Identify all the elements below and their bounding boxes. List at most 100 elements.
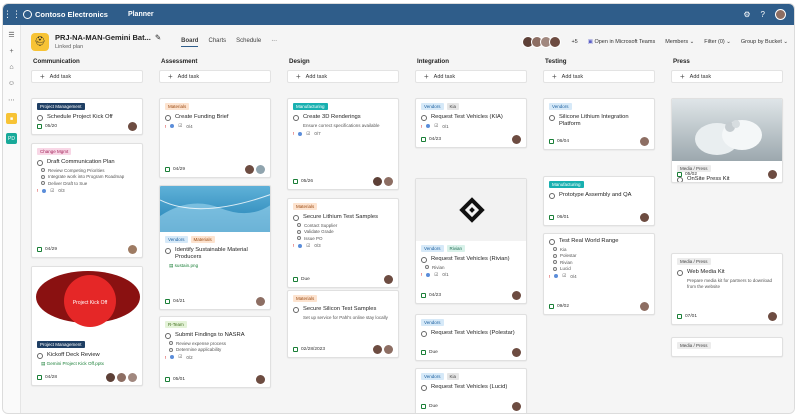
new-plan-icon[interactable]: + [9, 48, 13, 55]
task-card[interactable]: Project Kick Off Project Management Kickof… [31, 266, 143, 386]
assignees[interactable] [128, 122, 137, 131]
add-task-button[interactable]: + Add task [543, 70, 655, 83]
assignees[interactable] [384, 275, 393, 284]
avatar[interactable] [640, 302, 649, 311]
task-card[interactable]: Vendors Kia Request Test Vehicles (Lucid) D… [415, 368, 527, 413]
avatar[interactable] [256, 297, 265, 306]
avatar[interactable] [384, 345, 393, 354]
task-title[interactable]: Kickoff Deck Review [47, 352, 100, 359]
avatar[interactable] [128, 373, 137, 382]
checklist-circle-icon[interactable] [41, 168, 45, 172]
task-title[interactable]: Request Test Vehicles (KIA) [431, 114, 503, 121]
complete-checkbox[interactable] [421, 256, 427, 263]
pin-icon[interactable]: ✎ [155, 33, 161, 42]
task-card[interactable]: R-Team Submit Findings to NASRA Review exp… [159, 316, 271, 388]
avatar[interactable] [256, 375, 265, 384]
avatar[interactable] [512, 402, 521, 411]
avatar[interactable] [245, 165, 254, 174]
avatar[interactable] [384, 177, 393, 186]
task-card[interactable]: Change Mgmt Draft Communication Plan Revie… [31, 143, 143, 258]
pinned-plan-icon[interactable]: PD [6, 133, 17, 144]
checklist-circle-icon[interactable] [297, 223, 301, 227]
assignees[interactable] [640, 213, 649, 222]
task-card[interactable]: Materials Secure Silicon Test Samples Set … [287, 290, 399, 358]
complete-checkbox[interactable] [677, 269, 683, 276]
task-title[interactable]: Draft Communication Plan [47, 159, 115, 166]
group-by-button[interactable]: Group by Bucket ⌄ [741, 39, 788, 45]
checklist-circle-icon[interactable] [169, 347, 173, 352]
app-launcher-icon[interactable]: ⋮⋮ [3, 9, 21, 20]
assignees[interactable] [373, 345, 393, 354]
task-card[interactable]: Vendors Silicone Lithium Integration Plat… [543, 98, 655, 150]
complete-checkbox[interactable] [37, 159, 43, 166]
task-title[interactable]: Secure Silicon Test Samples [303, 306, 376, 313]
task-title[interactable]: Secure Lithium Test Samples [303, 214, 378, 221]
avatar[interactable] [128, 122, 137, 131]
task-card[interactable]: Manufacturing Create 3D Renderings Ensure … [287, 98, 399, 190]
task-title[interactable]: Create 3D Renderings [303, 114, 361, 121]
complete-checkbox[interactable] [37, 114, 43, 121]
task-title[interactable]: Identify Sustainable Material Producers [175, 247, 265, 261]
settings-icon[interactable]: ⚙ [743, 10, 750, 19]
tab-schedule[interactable]: Schedule [236, 36, 261, 47]
home-icon[interactable]: ⌂ [9, 64, 13, 71]
avatar[interactable] [768, 170, 777, 179]
complete-checkbox[interactable] [549, 238, 555, 245]
members-button[interactable]: Members ⌄ [665, 39, 694, 45]
filter-button[interactable]: Filter (0) ⌄ [704, 39, 731, 45]
task-card[interactable]: Media / PressOnSite Press Kit▤ pexels-th… [671, 98, 783, 183]
task-title[interactable]: Submit Findings to NASRA [175, 332, 245, 339]
assignees[interactable] [256, 297, 265, 306]
user-avatar[interactable] [775, 9, 786, 20]
add-task-button[interactable]: + Add task [671, 70, 783, 83]
complete-checkbox[interactable] [293, 306, 299, 313]
open-in-teams-button[interactable]: ▣ Open in Microsoft Teams [588, 39, 655, 45]
task-card[interactable]: Materials Secure Lithium Test Samples Cont… [287, 198, 399, 288]
checklist-circle-icon[interactable] [41, 181, 45, 185]
task-title[interactable]: Request Test Vehicles (Polestar) [431, 330, 515, 337]
checklist-circle-icon[interactable] [553, 247, 557, 251]
checklist-circle-icon[interactable] [553, 260, 557, 264]
assignees[interactable] [768, 312, 777, 321]
task-title[interactable]: Request Test Vehicles (Lucid) [431, 384, 507, 391]
assignees[interactable] [128, 245, 137, 254]
add-task-button[interactable]: + Add task [415, 70, 527, 83]
checklist-circle-icon[interactable] [553, 266, 557, 271]
complete-checkbox[interactable] [421, 330, 427, 337]
avatar[interactable] [106, 373, 115, 382]
complete-checkbox[interactable] [37, 352, 43, 359]
assignees[interactable] [512, 291, 521, 300]
checklist-circle-icon[interactable] [297, 236, 301, 240]
card-cover-image[interactable] [672, 99, 782, 161]
avatar[interactable] [512, 135, 521, 144]
assignees[interactable] [512, 135, 521, 144]
assignees[interactable] [373, 177, 393, 186]
assignees[interactable] [245, 165, 265, 174]
card-cover-image[interactable] [160, 186, 270, 232]
attachment-link[interactable]: ▤ Gemini Project Kick Off.pptx [32, 359, 142, 367]
assignees[interactable] [768, 170, 777, 179]
complete-checkbox[interactable] [421, 114, 427, 121]
avatar[interactable] [768, 312, 777, 321]
task-title[interactable]: Test Real World Range [559, 238, 619, 245]
tab-more[interactable]: ··· [271, 36, 277, 47]
task-title[interactable]: Prototype Assembly and QA [559, 192, 632, 199]
task-card[interactable]: Vendors Materials Identify Sustainable Mat… [159, 185, 271, 310]
avatar[interactable] [512, 348, 521, 357]
avatar[interactable] [640, 137, 649, 146]
checklist-circle-icon[interactable] [169, 341, 173, 345]
task-card[interactable]: Materials Create Funding Brief! ☑ 0/4 04/29 [159, 98, 271, 178]
checklist-circle-icon[interactable] [425, 265, 429, 269]
avatar[interactable] [512, 291, 521, 300]
task-title[interactable]: Web Media Kit [687, 269, 725, 276]
tab-charts[interactable]: Charts [208, 36, 226, 47]
member-extra-count[interactable]: +5 [571, 39, 577, 45]
avatar[interactable] [373, 345, 382, 354]
my-tasks-icon[interactable]: ☺ [8, 80, 15, 87]
help-icon[interactable]: ? [761, 10, 765, 19]
checklist-circle-icon[interactable] [553, 253, 557, 258]
task-card[interactable]: Test Real World Range Kia Polestar Rivian Lu… [543, 233, 655, 315]
avatar[interactable] [640, 213, 649, 222]
avatar[interactable] [117, 373, 126, 382]
checklist-circle-icon[interactable] [41, 174, 45, 179]
